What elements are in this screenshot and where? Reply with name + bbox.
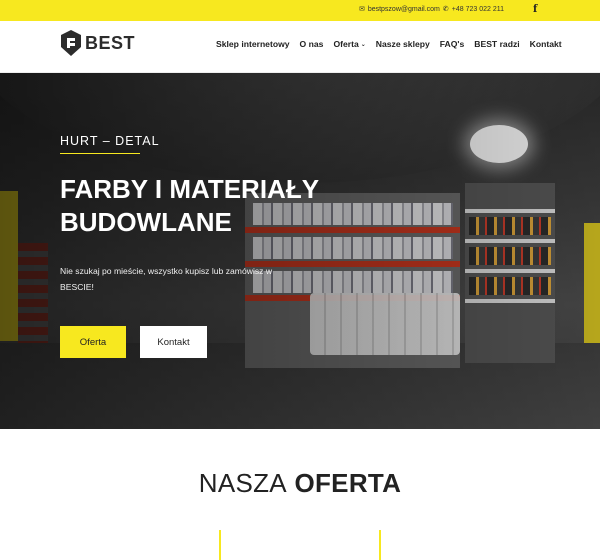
nav-label: FAQ's [439, 39, 465, 49]
hero-title: FARBY I MATERIAŁY BUDOWLANE [60, 173, 360, 239]
nav-label: Oferta [333, 39, 359, 49]
chevron-down-icon: ⌄ [360, 41, 366, 48]
nav-item-oferta[interactable]: Oferta ⌄ [333, 39, 365, 49]
hero-description: Nie szukaj po mieście, wszystko kupisz l… [60, 266, 273, 292]
phone-icon: ✆ [442, 6, 449, 13]
section-heading: NASZA OFERTA [0, 468, 600, 499]
nav-label: BEST radzi [474, 39, 520, 49]
offer-section: NASZA OFERTA [0, 429, 600, 560]
site-header: BEST Sklep internetowy O nas Oferta ⌄ Nas… [0, 21, 600, 73]
nav-label: O nas [299, 39, 324, 49]
nav-label: Nasze sklepy [375, 39, 430, 49]
logo-wordmark: BEST [85, 32, 136, 53]
nav-item-kontakt[interactable]: Kontakt [530, 39, 562, 49]
mail-icon: ✉ [358, 6, 365, 13]
oferta-button[interactable]: Oferta [60, 326, 126, 358]
facebook-icon[interactable]: f [533, 4, 541, 16]
nav-label: Kontakt [529, 39, 562, 49]
hero-overlay [0, 73, 600, 429]
offer-card-border-left [219, 530, 221, 560]
hero-kicker: HURT – DETAL [60, 134, 160, 148]
top-email[interactable]: bestpszow@gmail.com [368, 6, 440, 13]
nav-item-sklep[interactable]: Sklep internetowy [216, 39, 290, 49]
nav-item-best-radzi[interactable]: BEST radzi [474, 39, 519, 49]
hero-section: HURT – DETAL FARBY I MATERIAŁY BUDOWLANE… [0, 73, 600, 429]
hero-title-line2: BUDOWLANE [60, 207, 232, 237]
offer-card-border-right [379, 530, 381, 560]
nav-item-o-nas[interactable]: O nas [300, 39, 324, 49]
kontakt-button[interactable]: Kontakt [140, 326, 207, 358]
heading-light: NASZA [198, 468, 287, 498]
nav-item-nasze-sklepy[interactable]: Nasze sklepy [376, 39, 430, 49]
heading-bold: OFERTA [294, 468, 402, 498]
top-contact-info: ✉ bestpszow@gmail.com ✆ +48 723 022 211 [358, 5, 504, 14]
shield-logo-icon [61, 30, 81, 56]
hero-kicker-underline [60, 153, 140, 154]
top-bar: ✉ bestpszow@gmail.com ✆ +48 723 022 211 … [0, 0, 600, 21]
site-logo[interactable]: BEST [60, 29, 135, 57]
main-nav: Sklep internetowy O nas Oferta ⌄ Nasze sk… [216, 39, 562, 49]
nav-item-faq[interactable]: FAQ's [440, 39, 465, 49]
hero-title-line1: FARBY I MATERIAŁY [60, 174, 320, 204]
nav-label: Sklep internetowy [216, 39, 290, 49]
top-phone[interactable]: +48 723 022 211 [452, 6, 504, 13]
